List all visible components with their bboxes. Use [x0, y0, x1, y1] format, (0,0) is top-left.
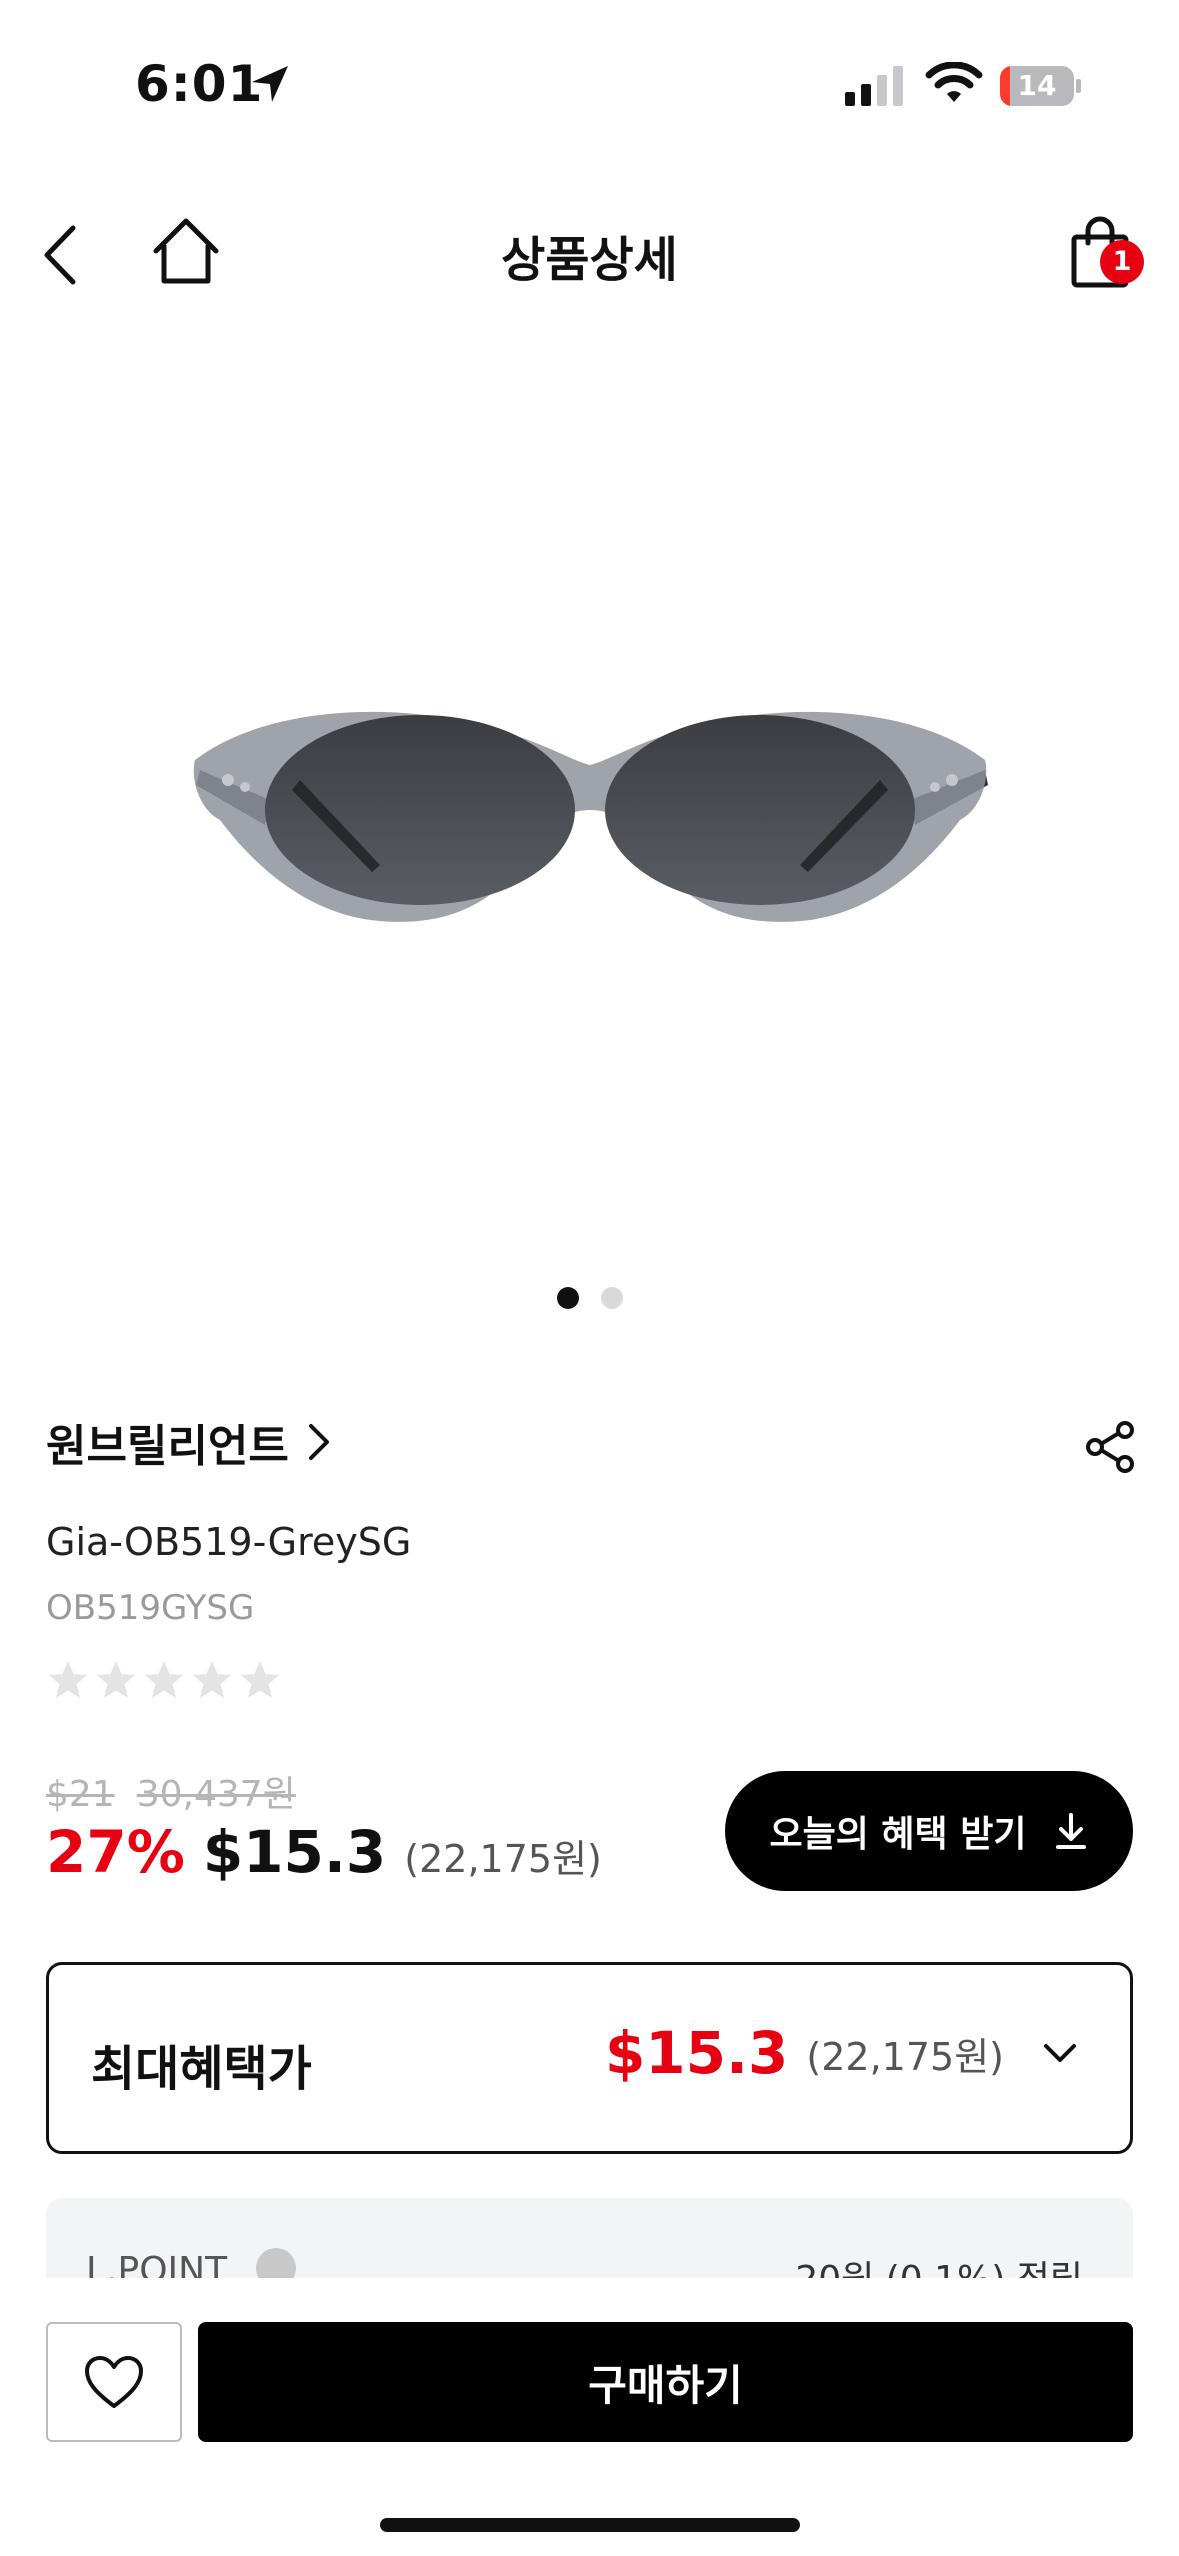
home-indicator	[380, 2518, 800, 2532]
star-icon	[241, 1661, 279, 1698]
point-label: L.POINT	[86, 2250, 228, 2278]
brand-link[interactable]: 원브릴리언트	[46, 1412, 335, 1472]
sale-price-row: 27% $15.3 (22,175원)	[46, 1818, 602, 1886]
brand-name: 원브릴리언트	[46, 1421, 289, 1472]
wishlist-button[interactable]	[46, 2322, 182, 2442]
download-icon	[1056, 1813, 1087, 1849]
chevron-down-icon	[1044, 2044, 1076, 2062]
rating-stars	[46, 1658, 286, 1704]
heart-icon	[85, 2356, 143, 2408]
wifi-icon	[925, 62, 983, 102]
help-icon[interactable]	[256, 2248, 296, 2278]
original-price: $21 30,437원	[46, 1765, 318, 1817]
max-benefit-price-krw: (22,175원)	[806, 2034, 1004, 2079]
benefit-button-label: 오늘의 혜택 받기	[769, 1814, 1027, 1855]
original-price-usd: $21	[46, 1774, 115, 1815]
star-icon	[193, 1661, 231, 1698]
battery-level: 14	[1017, 69, 1057, 102]
star-icon	[49, 1661, 87, 1698]
signal-icon	[845, 66, 903, 106]
sale-price-krw: (22,175원)	[404, 1837, 602, 1881]
product-image[interactable]	[0, 340, 1179, 1280]
chevron-right-icon	[308, 1424, 329, 1460]
today-benefit-button[interactable]: 오늘의 혜택 받기	[725, 1771, 1133, 1891]
bottom-action-bar: 구매하기	[0, 2278, 1179, 2556]
star-icon	[145, 1661, 183, 1698]
sale-price-usd: $15.3	[202, 1818, 387, 1886]
point-value: 20원 (0.1%) 적립	[795, 2250, 1083, 2278]
product-name: Gia-OB519-GreySG	[46, 1520, 412, 1564]
discount-rate: 27%	[46, 1818, 185, 1886]
status-time: 6:01	[135, 55, 264, 113]
carousel-dot-1[interactable]	[556, 1287, 579, 1309]
page-title: 상품상세	[501, 232, 678, 288]
status-bar: 6:01 14	[0, 0, 1179, 150]
buy-button[interactable]: 구매하기	[198, 2322, 1133, 2442]
share-icon[interactable]	[1085, 1420, 1135, 1474]
nav-bar: 상품상세 1	[0, 190, 1179, 320]
battery-icon: 14	[1000, 66, 1081, 106]
point-info-box: L.POINT 20원 (0.1%) 적립	[46, 2198, 1133, 2278]
product-code: OB519GYSG	[46, 1588, 255, 1628]
carousel-dots	[0, 1287, 1179, 1311]
location-arrow-icon	[252, 66, 288, 102]
max-benefit-price-dropdown[interactable]: 최대혜택가 $15.3 (22,175원)	[46, 1962, 1133, 2154]
carousel-dot-2[interactable]	[600, 1287, 623, 1309]
original-price-krw: 30,437원	[136, 1774, 296, 1815]
cart-count-badge: 1	[1100, 240, 1144, 284]
star-icon	[97, 1661, 135, 1698]
max-benefit-price-usd: $15.3	[604, 2019, 789, 2087]
max-benefit-label: 최대혜택가	[91, 2041, 312, 2097]
